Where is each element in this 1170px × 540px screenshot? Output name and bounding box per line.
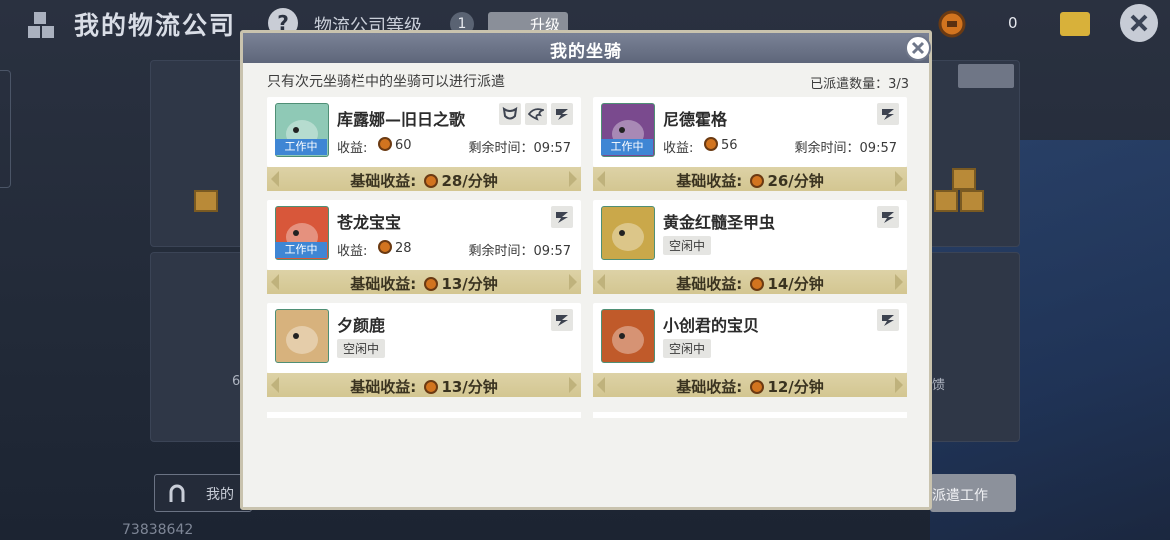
mount-name: 黄金红髓圣甲虫 xyxy=(663,213,776,232)
dialog-title: 我的坐骑 xyxy=(550,42,622,62)
speed-icon[interactable] xyxy=(551,206,573,228)
speed-icon[interactable] xyxy=(877,309,899,331)
working-badge: 工作中 xyxy=(275,242,327,258)
base-income: 基础收益: 26/分钟 xyxy=(676,172,824,190)
dialog-close-button[interactable] xyxy=(905,35,931,61)
remaining-time: 剩余时间：09:57 xyxy=(468,244,571,259)
coin-icon xyxy=(750,380,765,394)
coin-icon xyxy=(378,137,392,151)
close-screen-button[interactable] xyxy=(1120,4,1158,42)
speed-icon[interactable] xyxy=(877,206,899,228)
dispatch-work-label: 派遣工作 xyxy=(932,488,988,504)
coin-icon xyxy=(750,174,765,188)
mount-name: 夕颜鹿 xyxy=(337,316,386,335)
my-mounts-label: 我的 xyxy=(206,487,234,503)
mount-avatar xyxy=(601,309,655,363)
base-income-bar: 基础收益: 28/分钟 xyxy=(267,167,581,191)
working-badge: 工作中 xyxy=(275,139,327,155)
dialog-header: 我的坐骑 xyxy=(243,33,931,63)
dispatch-hint: 只有次元坐骑栏中的坐骑可以进行派遣 xyxy=(267,74,505,90)
idle-badge: 空闲中 xyxy=(663,339,712,358)
earnings-value: 28 xyxy=(375,240,412,256)
mount-name: 库露娜—旧日之歌 xyxy=(337,110,466,129)
coin-icon xyxy=(704,137,718,151)
base-income-bar: 基础收益: 12/分钟 xyxy=(593,373,907,397)
page-title: 我的物流公司 xyxy=(74,11,237,40)
remaining-time: 剩余时间：09:57 xyxy=(468,141,571,156)
base-income: 基础收益: 13/分钟 xyxy=(350,378,498,396)
coin-value: 0 xyxy=(1008,14,1018,32)
mount-name: 苍龙宝宝 xyxy=(337,213,402,232)
base-income-bar: 基础收益: 13/分钟 xyxy=(267,270,581,294)
idle-badge: 空闲中 xyxy=(337,339,386,358)
mount-card[interactable]: 工作中 苍龙宝宝收益: 28 剩余时间：09:57 基础收益: 13/分钟 xyxy=(267,200,581,296)
coin-icon xyxy=(424,380,439,394)
my-mounts-dialog: 我的坐骑 只有次元坐骑栏中的坐骑可以进行派遣 已派遣数量：3/3 工作中 库露娜—… xyxy=(240,30,932,510)
speed-icon[interactable] xyxy=(877,103,899,125)
mount-avatar xyxy=(601,206,655,260)
shop-cart-icon[interactable] xyxy=(1060,12,1090,36)
horseshoe-icon xyxy=(166,482,188,504)
mount-name: 小创君的宝贝 xyxy=(663,316,760,335)
mount-card[interactable]: 黄金红髓圣甲虫 空闲中 基础收益: 14/分钟 xyxy=(593,200,907,296)
company-logo-icon xyxy=(24,8,60,44)
speed-icon[interactable] xyxy=(551,103,573,125)
mount-card[interactable]: 小创君的宝贝 空闲中 基础收益: 12/分钟 xyxy=(593,303,907,399)
mask-icon[interactable] xyxy=(499,103,521,125)
coin-icon xyxy=(938,10,966,38)
speed-icon[interactable] xyxy=(551,309,573,331)
crate-icon xyxy=(960,190,984,212)
idle-badge: 空闲中 xyxy=(663,236,712,255)
base-income: 基础收益: 28/分钟 xyxy=(350,172,498,190)
mount-card[interactable]: 夕颜鹿空闲中 基础收益: 13/分钟 xyxy=(267,303,581,399)
left-side-tab[interactable] xyxy=(0,70,11,188)
crate-icon xyxy=(952,168,976,190)
crate-icon xyxy=(194,190,218,212)
mount-avatar xyxy=(275,309,329,363)
coin-icon xyxy=(424,174,439,188)
base-income-bar: 基础收益: 14/分钟 xyxy=(593,270,907,294)
wing-icon[interactable] xyxy=(525,103,547,125)
earnings-value: 56 xyxy=(701,137,738,153)
mount-card[interactable]: 工作中 库露娜—旧日之歌收益: 60 剩余时间：09:57 基础收益: 28/分钟 xyxy=(267,97,581,193)
base-income: 基础收益: 14/分钟 xyxy=(676,275,824,293)
working-badge: 工作中 xyxy=(601,139,653,155)
crate-icon xyxy=(934,190,958,212)
mount-list[interactable]: 工作中 库露娜—旧日之歌 收益: 60 剩余时间：09:57 基础收益: 28/分钟 工… xyxy=(267,97,915,419)
settings-gear-icon[interactable] xyxy=(958,64,1014,88)
earnings-label: 收益: xyxy=(337,244,368,259)
background-side-text-right: 馈 xyxy=(932,378,946,393)
base-income-bar: 基础收益: 26/分钟 xyxy=(593,167,907,191)
remaining-time: 剩余时间：09:57 xyxy=(794,141,897,156)
base-income: 基础收益: 13/分钟 xyxy=(350,275,498,293)
player-id: 73838642 xyxy=(122,522,194,538)
coin-icon xyxy=(750,277,765,291)
list-item-partial xyxy=(267,412,581,418)
earnings-label: 收益: xyxy=(663,141,694,156)
list-item-partial xyxy=(593,412,907,418)
coin-icon xyxy=(378,240,392,254)
earnings-value: 60 xyxy=(375,137,412,153)
earnings-label: 收益: xyxy=(337,141,368,156)
mount-name: 尼德霍格 xyxy=(663,110,728,129)
dispatch-count: 已派遣数量：3/3 xyxy=(810,77,909,92)
base-income: 基础收益: 12/分钟 xyxy=(676,378,824,396)
base-income-bar: 基础收益: 13/分钟 xyxy=(267,373,581,397)
mount-card[interactable]: 工作中 尼德霍格收益: 56 剩余时间：09:57 基础收益: 26/分钟 xyxy=(593,97,907,193)
coin-icon xyxy=(424,277,439,291)
